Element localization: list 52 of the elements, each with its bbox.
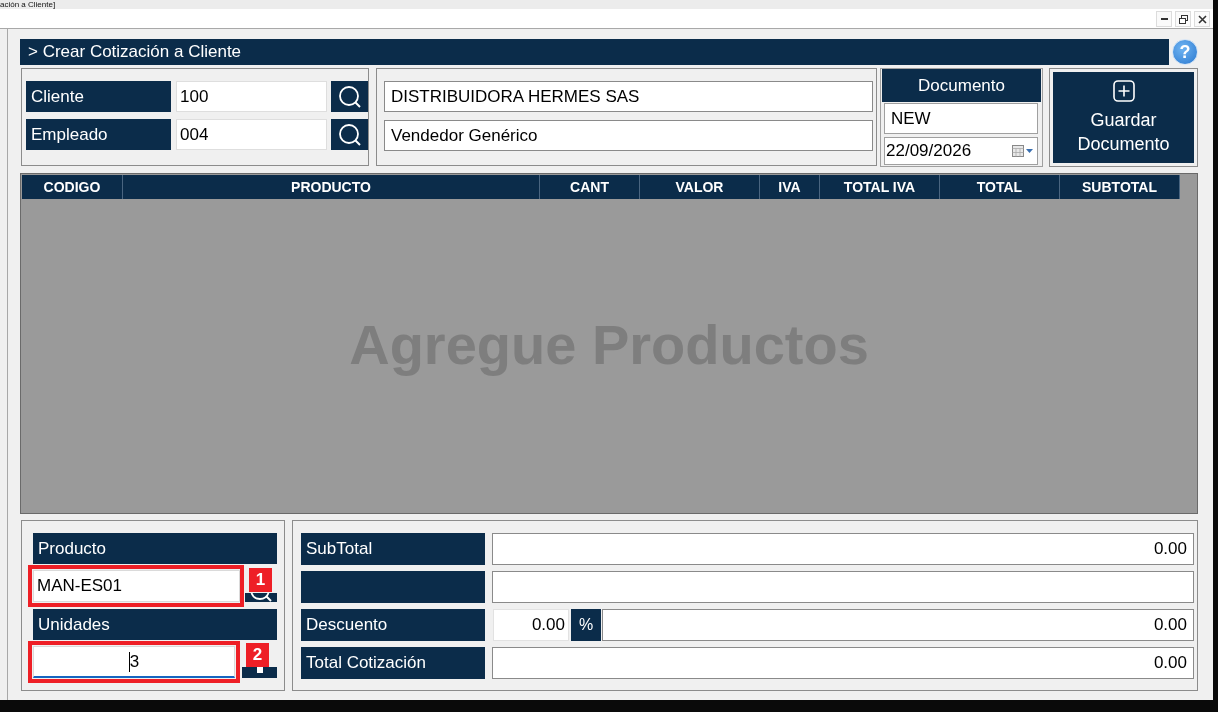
field-label: Cliente [26,81,171,112]
amount-field[interactable] [492,571,1194,603]
document-header: Documento [882,69,1041,102]
save-document-button[interactable]: Guardar Documento [1053,72,1194,163]
units-button[interactable] [242,667,277,678]
product-code-field[interactable]: MAN-ES01 [33,570,240,602]
search-icon [337,84,362,109]
search-icon [337,122,362,147]
close-icon [1197,14,1207,24]
column-header: VALOR [640,175,760,199]
field-label: Unidades [33,609,277,640]
minimize-icon [1160,18,1168,20]
field-label: Producto [33,533,277,564]
code-field[interactable]: 100 [176,81,327,112]
amount-field[interactable]: 0.00 [602,609,1194,641]
code-field[interactable]: 004 [176,119,327,150]
column-header: CODIGO [22,175,123,199]
plus-icon [1112,79,1135,102]
field-label: Total Cotización [301,647,485,679]
document-number-field[interactable]: NEW [884,103,1038,134]
column-header: IVA [760,175,820,199]
window-title: ación a Cliente] [0,0,56,9]
text-cursor-icon [128,651,130,672]
column-header: TOTAL [940,175,1060,199]
date-picker[interactable]: 22/09/2026 [884,137,1038,165]
column-header: TOTAL IVA [820,175,940,199]
close-button[interactable] [1194,11,1210,27]
percent-field[interactable]: 0.00 [493,609,569,641]
restore-button[interactable] [1175,11,1191,27]
field-label: SubTotal [301,533,485,565]
units-field[interactable]: 3 [33,646,235,678]
percent-label: % [571,609,601,641]
field-label: Empleado [26,119,171,150]
search-button[interactable] [245,593,277,602]
callout-badge: 2 [246,643,269,667]
search-button[interactable] [331,81,368,112]
name-field[interactable]: DISTRIBUIDORA HERMES SAS [384,81,873,112]
form-title-bar: > Crear Cotización a Cliente [20,39,1169,65]
calendar-dropdown-icon [1012,145,1034,157]
amount-field[interactable]: 0.00 [492,647,1194,679]
callout-badge: 1 [249,568,272,592]
column-header: PRODUCTO [123,175,540,199]
column-header: SUBTOTAL [1060,175,1180,199]
field-label: Descuento [301,609,485,641]
block-icon [256,667,263,673]
minimize-button[interactable] [1156,11,1172,27]
search-button[interactable] [331,119,368,150]
amount-field[interactable]: 0.00 [492,533,1194,565]
search-icon [250,593,272,602]
name-field[interactable]: Vendedor Genérico [384,120,873,151]
restore-icon [1178,14,1188,24]
column-header: CANT [540,175,640,199]
